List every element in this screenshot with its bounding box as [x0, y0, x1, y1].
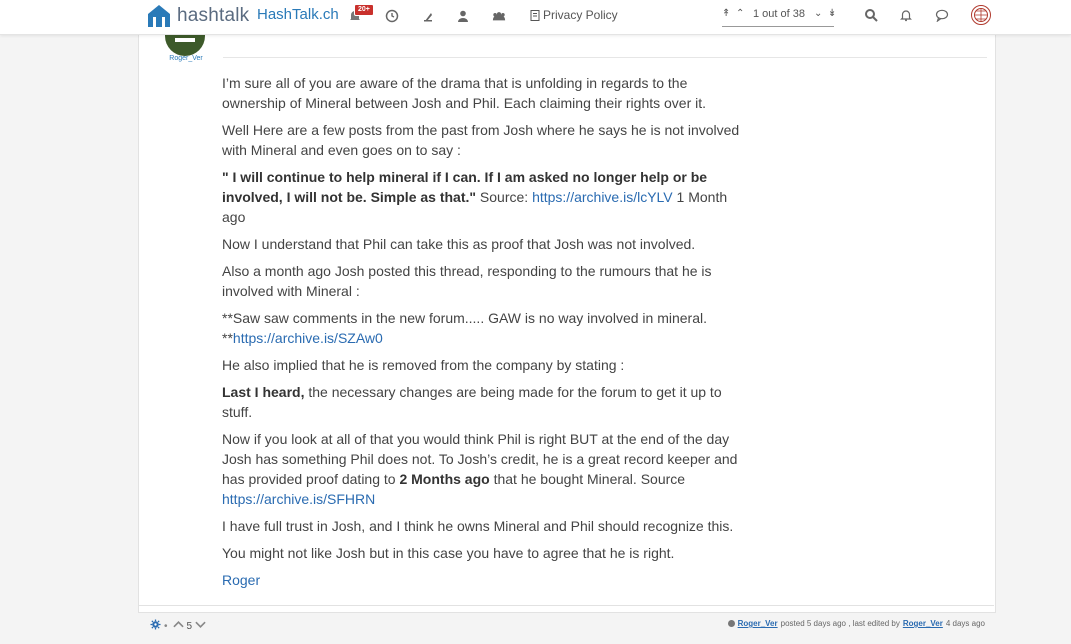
- groups-icon[interactable]: [490, 7, 508, 25]
- upvote-chevron-icon[interactable]: [172, 619, 184, 633]
- logo[interactable]: hashtalk: [146, 3, 249, 29]
- site-title[interactable]: HashTalk.ch: [257, 6, 339, 23]
- author-name[interactable]: Roger_Ver: [165, 55, 207, 62]
- unread-badge: 20+: [354, 4, 374, 16]
- downvote-chevron-icon[interactable]: [195, 619, 206, 633]
- user-avatar-icon[interactable]: [971, 5, 991, 25]
- paragraph-3: " I will continue to help mineral if I c…: [222, 169, 728, 225]
- bell-icon[interactable]: [899, 8, 915, 24]
- recent-clock-icon[interactable]: [383, 7, 401, 25]
- users-icon[interactable]: [454, 7, 472, 25]
- paragraph-10: I have full trust in Josh, and I think h…: [222, 518, 734, 534]
- edited-time: 4 days ago: [945, 619, 985, 628]
- posted-text: posted 5 days ago , last edited by: [780, 619, 900, 628]
- post-card: Roger_Ver I’m sure all of you are aware …: [138, 20, 996, 613]
- top-navbar: hashtalk HashTalk.ch 20+ Privacy Policy …: [0, 0, 1071, 35]
- paragraph-9: Now if you look at all of that you would…: [222, 431, 738, 507]
- post-actions: • 5: [150, 619, 206, 633]
- signature: Roger: [222, 570, 744, 590]
- paragraph-11: You might not like Josh but in this case…: [222, 545, 675, 561]
- prev-post-icon[interactable]: ⌃: [736, 8, 744, 19]
- paragraph-1: I’m sure all of you are aware of the dra…: [222, 75, 707, 111]
- editor-link[interactable]: Roger_Ver: [903, 619, 943, 628]
- archive-link-lcYLV[interactable]: https://archive.is/lcYLV: [532, 189, 673, 205]
- author-link[interactable]: Roger_Ver: [738, 619, 778, 628]
- next-post-icon[interactable]: ⌄: [814, 8, 822, 19]
- paragraph-7: He also implied that he is removed from …: [222, 357, 625, 373]
- popular-fire-icon[interactable]: [419, 7, 437, 25]
- post-meta: Roger_Ver posted 5 days ago , last edite…: [727, 619, 985, 628]
- post-pagination[interactable]: ↟ ⌃ 1 out of 38 ⌄ ↡: [722, 6, 836, 27]
- vote-count: 5: [186, 620, 193, 632]
- logo-text: hashtalk: [177, 5, 250, 26]
- paragraph-6: **Saw saw comments in the new forum.....…: [222, 310, 707, 346]
- chat-icon[interactable]: [935, 8, 951, 24]
- privacy-policy-link[interactable]: Privacy Policy: [530, 8, 618, 22]
- signature-link[interactable]: Roger: [222, 572, 260, 588]
- separator-dot: •: [164, 620, 168, 632]
- footer-divider: [138, 605, 994, 606]
- search-icon[interactable]: [864, 8, 880, 24]
- pagination-text: 1 out of 38: [753, 8, 805, 20]
- logo-icon: [148, 5, 170, 27]
- last-post-icon[interactable]: ↡: [828, 8, 836, 19]
- title-divider: [223, 57, 987, 58]
- archive-link-SFHRN[interactable]: https://archive.is/SFHRN: [222, 491, 375, 507]
- post-content: I’m sure all of you are aware of the dra…: [222, 73, 744, 597]
- privacy-policy-label: Privacy Policy: [543, 8, 618, 22]
- paragraph-8: Last I heard, the necessary changes are …: [222, 384, 722, 420]
- paragraph-4: Now I understand that Phil can take this…: [222, 236, 696, 252]
- archive-link-SZAw0[interactable]: https://archive.is/SZAw0: [233, 330, 383, 346]
- document-icon: [530, 9, 540, 21]
- status-dot: [727, 620, 735, 627]
- paragraph-2: Well Here are a few posts from the past …: [222, 122, 740, 158]
- paragraph-5: Also a month ago Josh posted this thread…: [222, 263, 712, 299]
- gear-icon[interactable]: [150, 619, 161, 633]
- first-post-icon[interactable]: ↟: [722, 8, 730, 19]
